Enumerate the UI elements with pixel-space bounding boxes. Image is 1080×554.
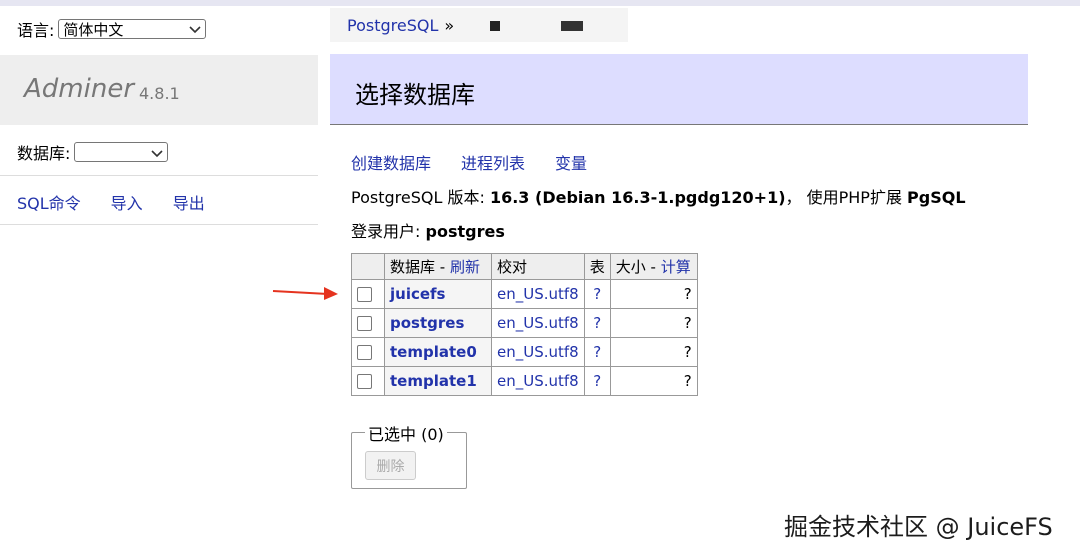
language-select[interactable]: 简体中文 (58, 19, 207, 39)
row-checkbox-cell (351, 308, 385, 338)
top-border (0, 0, 1080, 6)
row-checkbox-cell (351, 279, 385, 309)
login-user-line: 登录用户: postgres (351, 218, 505, 242)
compute-link[interactable]: 计算 (661, 258, 691, 276)
database-name-cell: juicefs (384, 279, 492, 309)
tables-link[interactable]: ? (593, 314, 601, 332)
header-collation: 校对 (491, 253, 585, 280)
database-name-cell: template1 (384, 366, 492, 396)
size-cell: ? (609, 366, 698, 396)
collation-link[interactable]: en_US.utf8 (497, 314, 579, 332)
create-database-link[interactable]: 创建数据库 (351, 150, 431, 174)
collation-cell: en_US.utf8 (491, 337, 585, 367)
redacted-mark (490, 21, 500, 31)
language-label: 语言: (17, 21, 55, 40)
collation-link[interactable]: en_US.utf8 (497, 372, 579, 390)
collation-cell: en_US.utf8 (491, 308, 585, 338)
table-row: juicefs en_US.utf8 ? ? (351, 279, 698, 309)
delete-button[interactable]: 删除 (365, 451, 416, 480)
tables-cell: ? (583, 366, 611, 396)
version-prefix: PostgreSQL 版本: (351, 188, 485, 207)
left-links: SQL命令 导入 导出 (17, 190, 205, 214)
chevron-down-icon (189, 20, 201, 38)
table-row: postgres en_US.utf8 ? ? (351, 308, 698, 338)
process-list-link[interactable]: 进程列表 (461, 150, 525, 174)
tables-link[interactable]: ? (593, 343, 601, 361)
database-link[interactable]: postgres (390, 314, 464, 332)
header-size-label: 大小 (615, 258, 646, 276)
header-size: 大小 - 计算 (609, 253, 698, 280)
row-checkbox[interactable] (357, 316, 372, 331)
database-select[interactable] (74, 142, 169, 162)
php-extension: PgSQL (907, 188, 966, 207)
sql-command-link[interactable]: SQL命令 (17, 190, 81, 214)
selected-legend: 已选中 (0) (365, 421, 447, 445)
redacted-mark (561, 21, 583, 31)
divider (0, 175, 318, 176)
language-selected: 简体中文 (63, 20, 124, 39)
table-header-row: 数据库 - 刷新 校对 表 大小 - 计算 (351, 253, 698, 280)
breadcrumb: PostgreSQL » (330, 8, 628, 42)
database-link[interactable]: template1 (390, 372, 477, 390)
row-checkbox-cell (351, 337, 385, 367)
collation-cell: en_US.utf8 (491, 279, 585, 309)
row-checkbox[interactable] (357, 345, 372, 360)
collation-link[interactable]: en_US.utf8 (497, 285, 579, 303)
red-arrow-icon (272, 283, 342, 307)
breadcrumb-system-link[interactable]: PostgreSQL (347, 16, 438, 35)
size-cell: ? (609, 337, 698, 367)
collation-cell: en_US.utf8 (491, 366, 585, 396)
tables-cell: ? (583, 308, 611, 338)
breadcrumb-separator: » (444, 15, 455, 35)
row-checkbox[interactable] (357, 374, 372, 389)
tables-cell: ? (583, 279, 611, 309)
header-database-label: 数据库 (390, 258, 436, 276)
table-row: template0 en_US.utf8 ? ? (351, 337, 698, 367)
database-name-cell: postgres (384, 308, 492, 338)
table-row: template1 en_US.utf8 ? ? (351, 366, 698, 396)
tables-cell: ? (583, 337, 611, 367)
action-links: 创建数据库 进程列表 变量 (351, 150, 587, 174)
header-select-all (351, 253, 385, 280)
database-name-cell: template0 (384, 337, 492, 367)
variables-link[interactable]: 变量 (555, 150, 587, 174)
export-link[interactable]: 导出 (173, 190, 205, 214)
server-version: 16.3 (Debian 16.3-1.pgdg120+1) (489, 188, 786, 207)
row-checkbox[interactable] (357, 287, 372, 302)
server-version-line: PostgreSQL 版本: 16.3 (Debian 16.3-1.pgdg1… (351, 184, 966, 208)
selected-fieldset: 已选中 (0) 删除 (351, 421, 467, 489)
chevron-down-icon (151, 143, 163, 162)
tables-link[interactable]: ? (593, 285, 601, 303)
database-link[interactable]: juicefs (390, 285, 445, 303)
divider (0, 224, 318, 225)
row-checkbox-cell (351, 366, 385, 396)
size-cell: ? (609, 308, 698, 338)
page-title: 选择数据库 (355, 81, 475, 109)
tables-link[interactable]: ? (593, 372, 601, 390)
app-name-link[interactable]: Adminer (24, 74, 134, 104)
size-cell: ? (609, 279, 698, 309)
database-select-label: 数据库: (17, 144, 71, 163)
database-select-row: 数据库: (17, 140, 169, 164)
refresh-link[interactable]: 刷新 (450, 258, 480, 276)
login-label: 登录用户: (351, 222, 421, 241)
watermark: 掘金技术社区 @ JuiceFS (784, 513, 1053, 541)
databases-table: 数据库 - 刷新 校对 表 大小 - 计算 juicefs en_US.utf8… (351, 253, 698, 396)
app-logo-box: Adminer 4.8.1 (0, 55, 318, 125)
app-version: 4.8.1 (139, 84, 180, 103)
language-row: 语言: 简体中文 (17, 17, 207, 41)
page-header: 选择数据库 (330, 54, 1028, 125)
login-user: postgres (425, 222, 505, 241)
collation-link[interactable]: en_US.utf8 (497, 343, 579, 361)
header-tables: 表 (583, 253, 611, 280)
header-database: 数据库 - 刷新 (384, 253, 492, 280)
import-link[interactable]: 导入 (111, 190, 143, 214)
database-link[interactable]: template0 (390, 343, 477, 361)
version-middle: ， 使用PHP扩展 (785, 188, 902, 207)
